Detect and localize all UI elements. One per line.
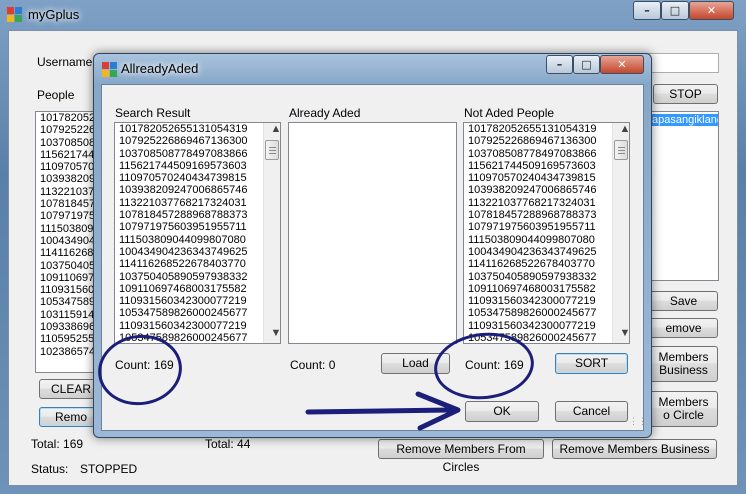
list-item[interactable]: 105347589826000245677 [117, 307, 280, 319]
list-item[interactable]: 110931560342300077219 [117, 295, 280, 307]
list-item[interactable]: 107818457288968788373 [117, 209, 280, 221]
scroll-thumb[interactable] [265, 140, 279, 160]
not-added-header: Not Aded People [464, 106, 555, 120]
list-item[interactable]: 115621744509169573603 [466, 160, 629, 172]
list-item[interactable]: 107925226869467136300 [466, 135, 629, 147]
remove-members-business-button[interactable]: Remove Members Business [552, 439, 717, 459]
already-added-header: Already Aded [289, 106, 361, 120]
list-item[interactable]: 107971975603951955711 [117, 221, 280, 233]
status-value: STOPPED [80, 462, 138, 476]
members-business-button[interactable]: Members Business [649, 346, 718, 382]
list-item[interactable]: 110931560342300077219 [466, 295, 629, 307]
total-mid-label: Total: 44 [205, 437, 251, 451]
dialog-close-button[interactable]: ✕ [600, 55, 644, 74]
scroll-up-icon[interactable]: ▲ [266, 123, 280, 139]
right-list[interactable]: apasangikland [649, 111, 719, 281]
list-item[interactable]: 111503809044099807080 [466, 234, 629, 246]
total-left-label: Total: 169 [31, 437, 84, 451]
list-item[interactable]: 103708508778497083866 [466, 148, 629, 160]
sort-button[interactable]: SORT [555, 353, 628, 374]
members-circle-button[interactable]: Members o Circle [649, 391, 718, 427]
window-title: myGplus [28, 7, 80, 22]
list-item[interactable]: 100434904236343749625 [466, 246, 629, 258]
search-result-items: 101782052655131054319 1079252268694671363… [115, 123, 280, 343]
list-item[interactable]: 107818457288968788373 [466, 209, 629, 221]
list-item[interactable]: 110931560342300077219 [117, 320, 280, 332]
list-item[interactable]: 107971975603951955711 [466, 221, 629, 233]
list-item[interactable]: 103750405890597938332 [117, 271, 280, 283]
scroll-down-icon[interactable]: ▼ [615, 327, 629, 343]
list-item[interactable]: 107925226869467136300 [117, 135, 280, 147]
not-added-list[interactable]: 101782052655131054319 1079252268694671363… [463, 122, 630, 344]
already-count-label: Count: 0 [290, 358, 336, 372]
dialog-title: AllreadyAded [121, 61, 199, 76]
cancel-button[interactable]: Cancel [555, 401, 628, 422]
people-label: People [37, 88, 75, 102]
dialog-app-icon [102, 62, 118, 78]
list-item[interactable]: 111503809044099807080 [117, 234, 280, 246]
save-button[interactable]: Save [649, 291, 718, 311]
list-item[interactable]: 109110697468003175582 [117, 283, 280, 295]
scroll-up-icon[interactable]: ▲ [615, 123, 629, 139]
list-item[interactable]: 110970570240434739815 [117, 172, 280, 184]
dialog-minimize-button[interactable]: – [546, 55, 573, 74]
list-item[interactable]: 103750405890597938332 [466, 271, 629, 283]
app-icon [7, 7, 23, 23]
ok-button[interactable]: OK [465, 401, 539, 422]
list-item[interactable]: 103938209247006865746 [466, 184, 629, 196]
search-result-header: Search Result [115, 106, 191, 120]
search-result-scrollbar[interactable]: ▲ ▼ [263, 123, 280, 343]
not-added-scrollbar[interactable]: ▲ ▼ [612, 123, 629, 343]
list-item[interactable]: 105347589826000245677 [466, 307, 629, 319]
list-item[interactable]: 110970570240434739815 [466, 172, 629, 184]
scroll-down-icon[interactable]: ▼ [266, 327, 280, 343]
list-item[interactable]: 113221037768217324031 [117, 197, 280, 209]
minimize-button[interactable]: – [633, 1, 661, 20]
scroll-thumb[interactable] [614, 140, 628, 160]
members-circle-label-2: o Circle [663, 408, 704, 422]
username-label: Username [37, 55, 93, 69]
list-item[interactable]: 101782052655131054319 [466, 123, 629, 135]
list-item[interactable]: 115621744509169573603 [117, 160, 280, 172]
not-added-items: 101782052655131054319 1079252268694671363… [464, 123, 629, 343]
remove-button-right[interactable]: emove [649, 318, 718, 338]
dialog-client-area: Search Result Already Aded Not Aded Peop… [101, 84, 647, 431]
close-button[interactable]: ✕ [689, 1, 734, 20]
list-item[interactable]: 103708508778497083866 [117, 148, 280, 160]
list-item[interactable]: 114116268522678403770 [117, 258, 280, 270]
list-item[interactable]: 109110697468003175582 [466, 283, 629, 295]
list-item[interactable]: 101782052655131054319 [117, 123, 280, 135]
list-item[interactable]: 110931560342300077219 [466, 320, 629, 332]
main-titlebar[interactable]: myGplus – □ ✕ [0, 0, 746, 30]
search-result-list[interactable]: 101782052655131054319 1079252268694671363… [114, 122, 281, 344]
members-business-label-2: Business [659, 363, 708, 377]
dialog-maximize-button[interactable]: □ [573, 55, 600, 74]
list-item[interactable]: 114116268522678403770 [466, 258, 629, 270]
list-item[interactable]: 103938209247006865746 [117, 184, 280, 196]
remove-members-from-circles-button[interactable]: Remove Members From Circles [378, 439, 544, 474]
already-added-list[interactable] [288, 122, 457, 344]
annotation-arrow-icon [305, 391, 461, 431]
resize-grip-icon[interactable]: ⋮⋮ [629, 416, 647, 428]
list-item[interactable]: 100434904236343749625 [117, 246, 280, 258]
status-label: Status: [31, 462, 69, 476]
right-list-selected-item[interactable]: apasangikland [650, 114, 718, 127]
maximize-button[interactable]: □ [661, 1, 689, 20]
stop-button[interactable]: STOP [653, 84, 718, 104]
list-item[interactable]: 113221037768217324031 [466, 197, 629, 209]
